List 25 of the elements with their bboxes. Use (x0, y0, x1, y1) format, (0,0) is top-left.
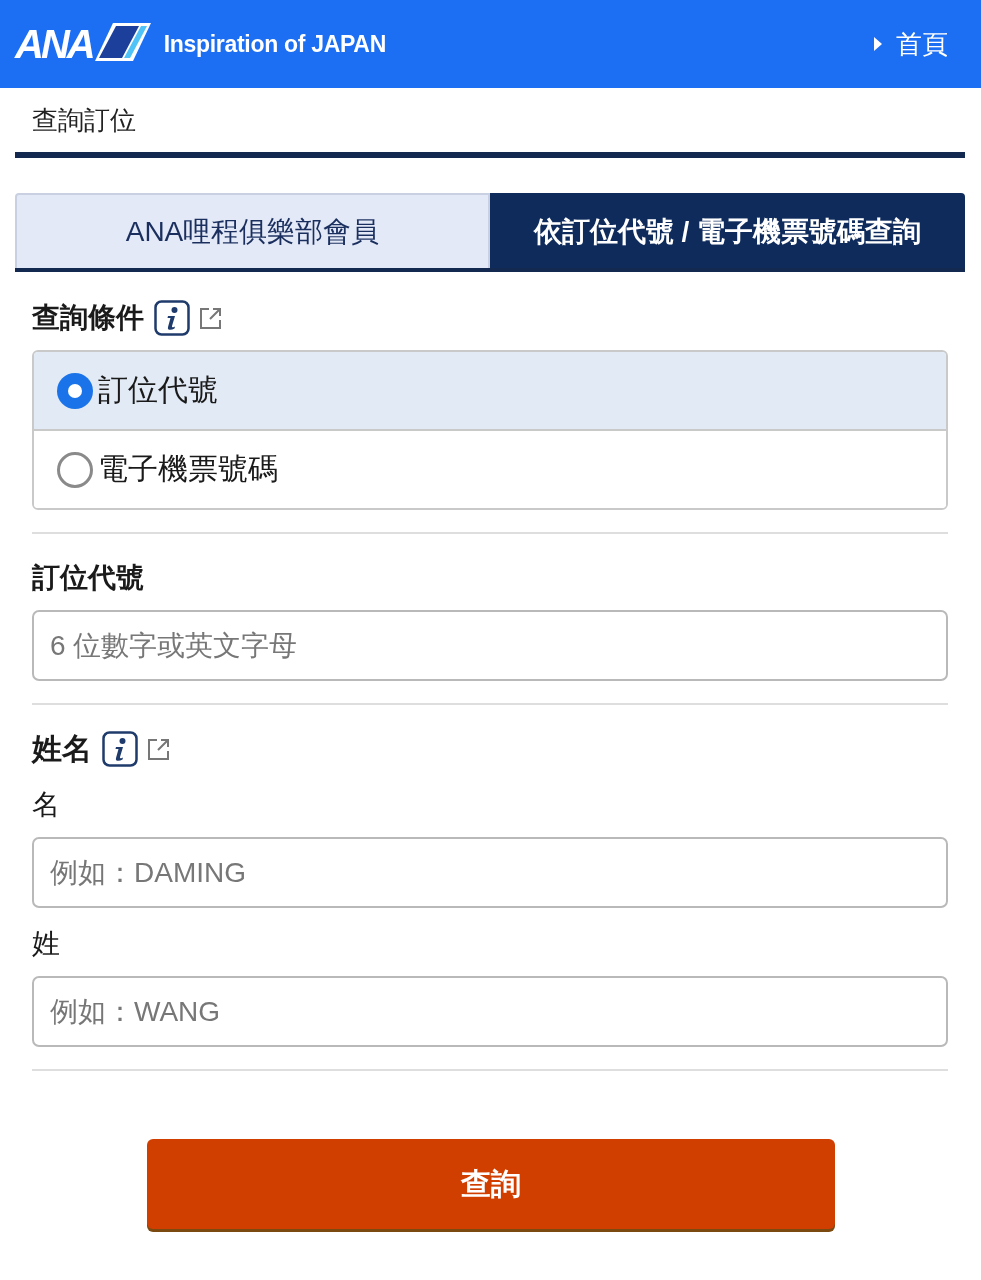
triangle-icon (874, 37, 882, 51)
radio-empty-icon[interactable] (56, 450, 94, 489)
info-icon[interactable] (102, 731, 138, 767)
section-title: 姓名 (32, 730, 92, 767)
field-title: 訂位代號 (32, 561, 144, 595)
radio-selected-icon[interactable] (56, 371, 94, 410)
name-field[interactable]: 例如：DAMING (32, 837, 948, 908)
info-icon[interactable] (154, 300, 190, 336)
section-title: 查詢條件 (32, 301, 144, 335)
search-button[interactable]: 查詢 (146, 1139, 835, 1229)
field-label: 名 (32, 788, 60, 822)
logo-tagline: Inspiration of JAPAN (163, 30, 386, 58)
slash-stripe-icon (94, 23, 151, 61)
external-link-icon[interactable] (199, 306, 223, 330)
field-label: 姓 (32, 927, 60, 961)
page-title: 查詢訂位 (32, 103, 136, 137)
tab[interactable]: ANA哩程俱樂部會員 (15, 193, 490, 268)
external-link-icon[interactable] (147, 737, 171, 761)
home-link[interactable]: 首頁 (874, 26, 948, 62)
logo-wordmark: ANA (15, 24, 93, 64)
tab[interactable]: 依訂位代號 / 電子機票號碼查詢 (490, 193, 965, 268)
radio-option[interactable]: 電子機票號碼 (34, 429, 946, 508)
radio-option[interactable]: 訂位代號 (34, 352, 946, 429)
name-field[interactable]: 例如：WANG (32, 976, 948, 1047)
booking-code-field[interactable]: 6 位數字或英文字母 (32, 610, 948, 681)
